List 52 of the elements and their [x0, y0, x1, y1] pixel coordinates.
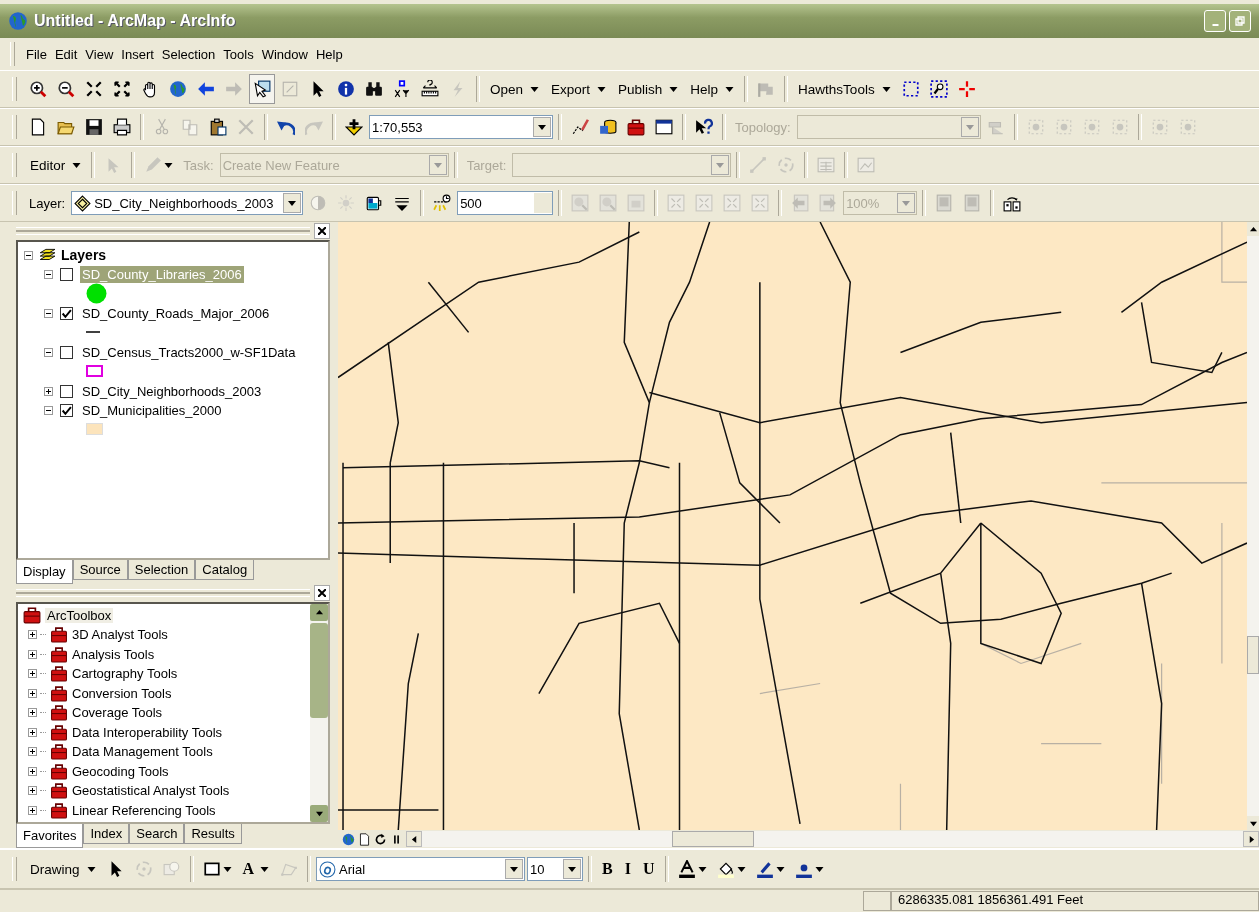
tree-item[interactable]: Data Interoperability Tools: [72, 724, 223, 740]
tree-item[interactable]: Analysis Tools: [72, 646, 155, 662]
tree-root-label[interactable]: ArcToolbox: [45, 607, 114, 623]
menu-item[interactable]: Help: [312, 44, 346, 64]
menu-item[interactable]: File: [23, 44, 50, 64]
menu-item[interactable]: Window: [258, 44, 311, 64]
toolbar-menu[interactable]: Open: [485, 79, 545, 99]
field-label: Target:: [465, 157, 508, 173]
toolbar-menu[interactable]: Help: [685, 79, 740, 99]
panel-tab[interactable]: Search: [129, 824, 185, 844]
dropdown-field[interactable]: 10: [527, 857, 584, 881]
field-label: Task:: [182, 157, 215, 173]
menu-item[interactable]: Selection: [158, 44, 219, 64]
coordinates-readout: 6286335.081 1856361.491 Feet: [891, 891, 1259, 911]
tree-item[interactable]: Conversion Tools: [72, 685, 172, 701]
panel-tab[interactable]: Display: [16, 559, 73, 584]
menu-item[interactable]: View: [82, 44, 117, 64]
text-style-button[interactable]: B: [597, 858, 618, 880]
tree-root-label[interactable]: Layers: [61, 247, 107, 263]
tree-item[interactable]: Coverage Tools: [72, 705, 163, 721]
tree-item[interactable]: Linear Referencing Tools: [72, 802, 216, 818]
text-style-button[interactable]: I: [619, 858, 636, 880]
panel-tab[interactable]: Catalog: [195, 559, 255, 580]
layer-name[interactable]: SD_Census_Tracts2000_w-SF1Data: [80, 344, 298, 361]
field-label: Topology:: [734, 119, 792, 135]
text-style-button[interactable]: A: [237, 858, 275, 880]
menu-item[interactable]: Edit: [51, 44, 81, 64]
tree-item[interactable]: Geostatistical Analyst Tools: [72, 783, 230, 799]
toolbar-menu[interactable]: HawthsTools: [793, 79, 896, 99]
tree-item[interactable]: 3D Analyst Tools: [72, 627, 168, 643]
layer-name[interactable]: SD_City_Neighborhoods_2003: [80, 383, 264, 400]
spin-field[interactable]: 500: [457, 191, 554, 215]
panel-tab[interactable]: Favorites: [16, 824, 84, 848]
panel-tab[interactable]: Index: [83, 824, 130, 844]
panel-tab[interactable]: Results: [184, 824, 242, 844]
menu-item[interactable]: Insert: [118, 44, 157, 64]
tree-item[interactable]: Geocoding Tools: [72, 763, 169, 779]
tree-item[interactable]: Cartography Tools: [72, 666, 178, 682]
field-label: Layer:: [28, 195, 67, 211]
tree-item[interactable]: Data Management Tools: [72, 744, 213, 760]
dropdown-field[interactable]: Arial: [316, 857, 526, 881]
dropdown-field[interactable]: SD_City_Neighborhoods_2003: [71, 191, 304, 215]
toolbar-menu[interactable]: Drawing: [25, 859, 101, 879]
toolbar-menu[interactable]: Editor: [25, 155, 87, 175]
text-style-button[interactable]: U: [638, 858, 660, 880]
window-title: Untitled - ArcMap - ArcInfo: [34, 12, 237, 30]
toolbar-menu[interactable]: Export: [546, 79, 612, 99]
layer-name[interactable]: SD_County_Roads_Major_2006: [80, 305, 272, 322]
toolbar-menu[interactable]: Publish: [613, 79, 684, 99]
menu-item[interactable]: Tools: [220, 44, 257, 64]
layer-name[interactable]: SD_Municipalities_2000: [80, 402, 224, 419]
dropdown-field[interactable]: 1:70,553: [369, 115, 553, 139]
